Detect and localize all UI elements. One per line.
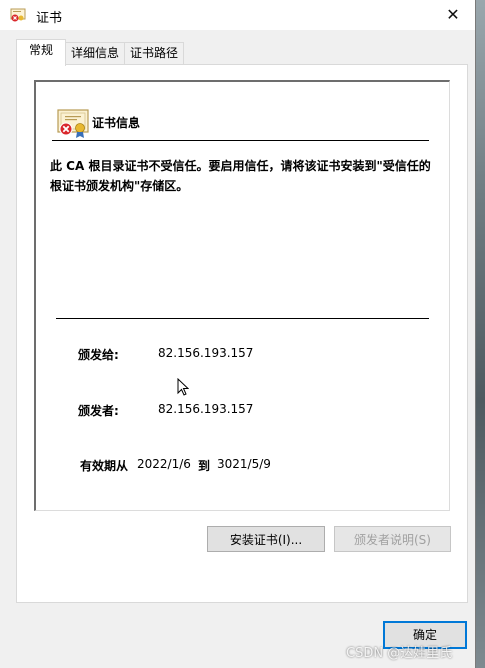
tab-certification-path-label: 证书路径: [129, 46, 178, 60]
valid-from-value: 2022/1/6: [137, 457, 191, 471]
tab-general[interactable]: 常规: [16, 39, 66, 66]
install-certificate-label: 安装证书(I)...: [229, 533, 303, 547]
install-certificate-button[interactable]: 安装证书(I)...: [207, 526, 325, 552]
validity-label: 有效期从: [80, 459, 129, 473]
issuer-statement-button[interactable]: 颁发者说明(S): [334, 526, 451, 552]
certificate-dialog: 证书 ✕ 常规 详细信息 证书路径 证书信息 此 CA 根目录证书不受信任。要启…: [0, 0, 476, 668]
tab-general-label: 常规: [28, 43, 53, 57]
details-divider: [56, 318, 429, 319]
issued-to-label: 颁发给:: [78, 348, 119, 362]
issued-to-value: 82.156.193.157: [158, 346, 254, 360]
tab-details-label: 详细信息: [70, 46, 119, 60]
window-title: 证书: [36, 11, 63, 26]
issuer-statement-label: 颁发者说明(S): [354, 533, 431, 547]
validity-to-label: 到: [198, 459, 211, 473]
certificate-info-box: 证书信息 此 CA 根目录证书不受信任。要启用信任，请将该证书安装到"受信任的根…: [34, 80, 450, 511]
tab-certification-path[interactable]: 证书路径: [124, 42, 184, 65]
tab-details[interactable]: 详细信息: [65, 42, 125, 65]
valid-to-value: 3021/5/9: [217, 457, 271, 471]
cert-info-heading: 证书信息: [92, 116, 141, 130]
mouse-cursor-icon: [177, 378, 189, 396]
close-icon: ✕: [446, 5, 460, 24]
heading-divider: [52, 140, 429, 141]
title-bar: 证书 ✕: [0, 0, 475, 30]
ok-label: 确定: [412, 628, 437, 642]
general-tab-panel: 证书信息 此 CA 根目录证书不受信任。要启用信任，请将该证书安装到"受信任的根…: [16, 64, 468, 603]
untrusted-warning-text: 此 CA 根目录证书不受信任。要启用信任，请将该证书安装到"受信任的根证书颁发机…: [50, 159, 431, 193]
certificate-untrusted-icon: [57, 109, 89, 138]
watermark: CSDN @达娃里氏: [346, 646, 453, 661]
certificate-error-icon: [10, 8, 26, 22]
close-button[interactable]: ✕: [431, 0, 475, 30]
issued-by-label: 颁发者:: [78, 404, 119, 418]
desktop-background: [475, 0, 485, 668]
issued-by-value: 82.156.193.157: [158, 402, 254, 416]
